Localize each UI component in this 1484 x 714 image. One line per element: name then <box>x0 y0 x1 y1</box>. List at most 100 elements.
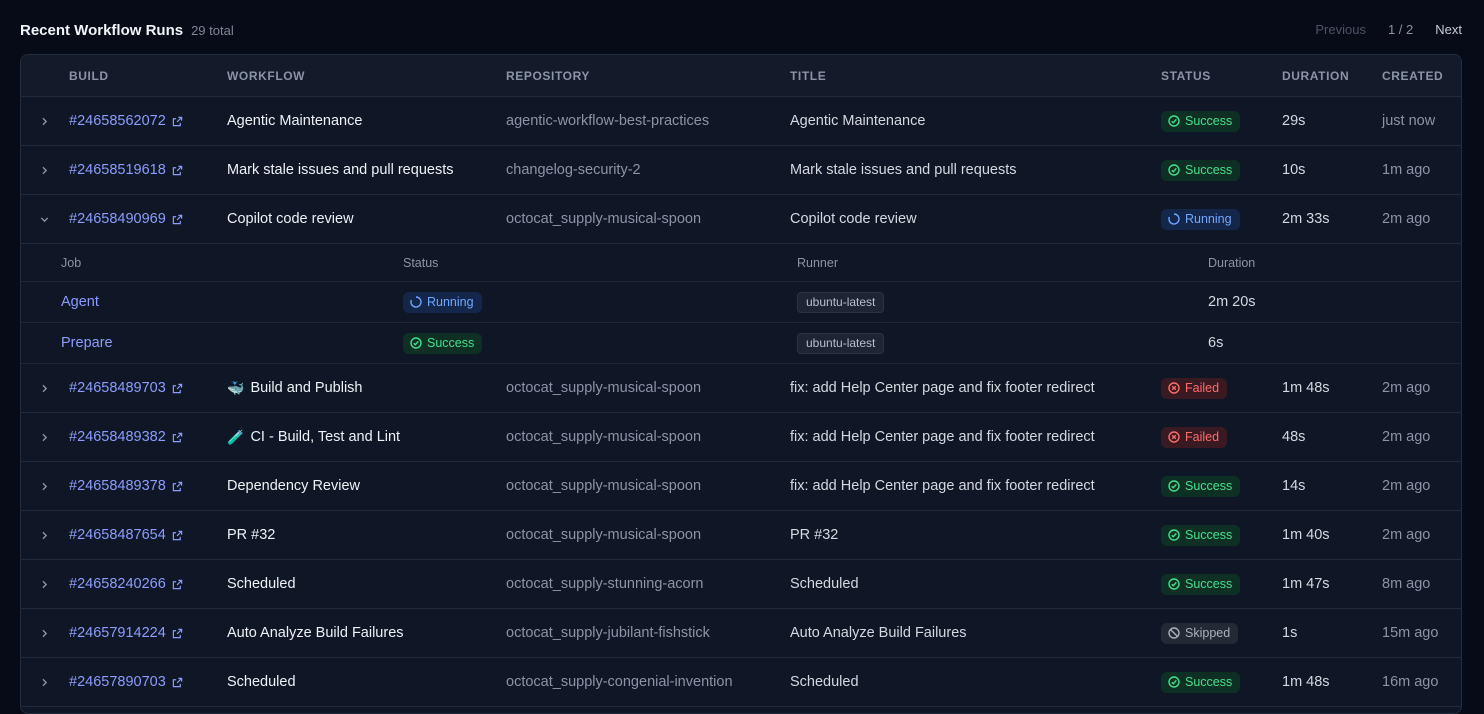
column-header-status[interactable]: STATUS <box>1161 55 1211 96</box>
table-row[interactable]: #24658489703 🐳 Build and Publish octocat_… <box>21 364 1461 413</box>
job-row: Agent Running ubuntu-latest 2m 20s <box>21 282 1461 323</box>
status-label: Success <box>1185 675 1233 689</box>
table-row[interactable]: #24657914224 Auto Analyze Build Failures… <box>21 609 1461 658</box>
job-name-link[interactable]: Prepare <box>61 323 113 363</box>
build-link[interactable]: #24658490969 <box>69 195 183 243</box>
job-status-cell: Running <box>403 282 482 322</box>
status-label: Skipped <box>1185 626 1231 640</box>
table-row[interactable]: #24658562072 Agentic Maintenance agentic… <box>21 97 1461 146</box>
status-badge: Success <box>1161 110 1241 132</box>
chevron-right-icon[interactable] <box>39 146 53 194</box>
chevron-right-icon[interactable] <box>39 413 53 461</box>
external-link-icon <box>172 481 183 491</box>
repository-name: octocat_supply-congenial-invention <box>506 674 733 690</box>
build-link[interactable]: #24657890703 <box>69 658 183 706</box>
column-header-repository[interactable]: REPOSITORY <box>506 55 590 96</box>
workflow-name: 🐳 Build and Publish <box>227 364 363 412</box>
status-label: Success <box>427 336 475 350</box>
workflow-label: Dependency Review <box>227 478 360 494</box>
column-header-created[interactable]: CREATED <box>1382 55 1443 96</box>
external-link-icon <box>172 383 183 393</box>
runner-tag: ubuntu-latest <box>797 291 885 313</box>
workflow-name: Auto Analyze Build Failures <box>227 609 404 657</box>
chevron-right-icon[interactable] <box>39 462 53 510</box>
status-label: Success <box>1185 479 1233 493</box>
failed-icon <box>1168 431 1180 443</box>
running-icon <box>410 296 422 308</box>
previous-page-button[interactable]: Previous <box>1315 22 1366 37</box>
table-row[interactable]: #24658519618 Mark stale issues and pull … <box>21 146 1461 195</box>
chevron-right-icon[interactable] <box>39 560 53 608</box>
job-status-cell: Success <box>403 323 483 363</box>
success-icon <box>1168 529 1180 541</box>
created-time: 2m ago <box>1382 527 1431 543</box>
status-label: Success <box>1185 528 1233 542</box>
build-link[interactable]: #24658240266 <box>69 560 183 608</box>
run-title: Scheduled <box>790 674 859 690</box>
table-row[interactable]: #24658490969 Copilot code review octocat… <box>21 195 1461 244</box>
status-label: Running <box>1185 212 1232 226</box>
workflow-name: Scheduled <box>227 560 296 608</box>
status-label: Success <box>1185 577 1233 591</box>
build-link[interactable]: #24658487654 <box>69 511 183 559</box>
chevron-right-icon[interactable] <box>39 511 53 559</box>
repository-name: octocat_supply-jubilant-fishstick <box>506 625 710 641</box>
jobs-column-job: Job <box>61 255 82 270</box>
column-header-title[interactable]: TITLE <box>790 55 826 96</box>
build-number: #24658489378 <box>69 478 166 494</box>
chevron-right-icon[interactable] <box>39 364 53 412</box>
build-number: #24657890703 <box>69 674 166 690</box>
build-number: #24658562072 <box>69 113 166 129</box>
created-time: 15m ago <box>1382 625 1439 641</box>
status-cell: Success <box>1161 146 1241 194</box>
workflow-label: Copilot code review <box>227 211 354 227</box>
run-duration: 1m 40s <box>1282 527 1330 543</box>
status-badge: Success <box>1161 524 1241 546</box>
build-link[interactable]: #24658519618 <box>69 146 183 194</box>
build-number: #24657914224 <box>69 625 166 641</box>
repository-name: octocat_supply-musical-spoon <box>506 527 702 543</box>
workflow-label: Scheduled <box>227 674 296 690</box>
status-cell: Success <box>1161 97 1241 145</box>
table-row[interactable]: #24658487654 PR #32 octocat_supply-music… <box>21 511 1461 560</box>
runner-cell: ubuntu-latest <box>797 323 885 363</box>
status-cell: Success <box>1161 658 1241 706</box>
column-header-workflow[interactable]: WORKFLOW <box>227 55 305 96</box>
build-link[interactable]: #24658562072 <box>69 97 183 145</box>
build-link[interactable]: #24658489378 <box>69 462 183 510</box>
table-row[interactable]: #24658240266 Scheduled octocat_supply-st… <box>21 560 1461 609</box>
run-duration: 2m 33s <box>1282 211 1330 227</box>
table-row[interactable]: #24658489378 Dependency Review octocat_s… <box>21 462 1461 511</box>
run-title: fix: add Help Center page and fix footer… <box>790 429 1095 445</box>
table-row[interactable]: #24657890703 Scheduled octocat_supply-co… <box>21 658 1461 707</box>
next-page-button[interactable]: Next <box>1435 22 1462 37</box>
success-icon <box>1168 480 1180 492</box>
status-badge: Failed <box>1161 377 1228 399</box>
jobs-column-duration: Duration <box>1208 255 1256 270</box>
page-indicator: 1 / 2 <box>1387 21 1414 37</box>
table-row[interactable]: #24658489382 🧪 CI - Build, Test and Lint … <box>21 413 1461 462</box>
status-badge: Skipped <box>1161 622 1239 644</box>
jobs-column-status: Status <box>403 255 439 270</box>
workflow-name: Copilot code review <box>227 195 354 243</box>
external-link-icon <box>172 530 183 540</box>
build-link[interactable]: #24658489703 <box>69 364 183 412</box>
status-cell: Running <box>1161 195 1240 243</box>
chevron-right-icon[interactable] <box>39 658 53 706</box>
job-name-link[interactable]: Agent <box>61 282 99 322</box>
column-header-build[interactable]: BUILD <box>69 55 109 96</box>
chevron-down-icon[interactable] <box>39 195 53 243</box>
build-link[interactable]: #24658489382 <box>69 413 183 461</box>
workflow-label: Auto Analyze Build Failures <box>227 625 404 641</box>
column-header-duration[interactable]: DURATION <box>1282 55 1349 96</box>
run-duration: 14s <box>1282 478 1306 494</box>
workflow-name: 🧪 CI - Build, Test and Lint <box>227 413 400 461</box>
workflow-label: Mark stale issues and pull requests <box>227 162 454 178</box>
chevron-right-icon[interactable] <box>39 97 53 145</box>
chevron-right-icon[interactable] <box>39 609 53 657</box>
success-icon <box>1168 164 1180 176</box>
build-link[interactable]: #24657914224 <box>69 609 183 657</box>
success-icon <box>1168 115 1180 127</box>
skipped-icon <box>1168 627 1180 639</box>
external-link-icon <box>172 116 183 126</box>
